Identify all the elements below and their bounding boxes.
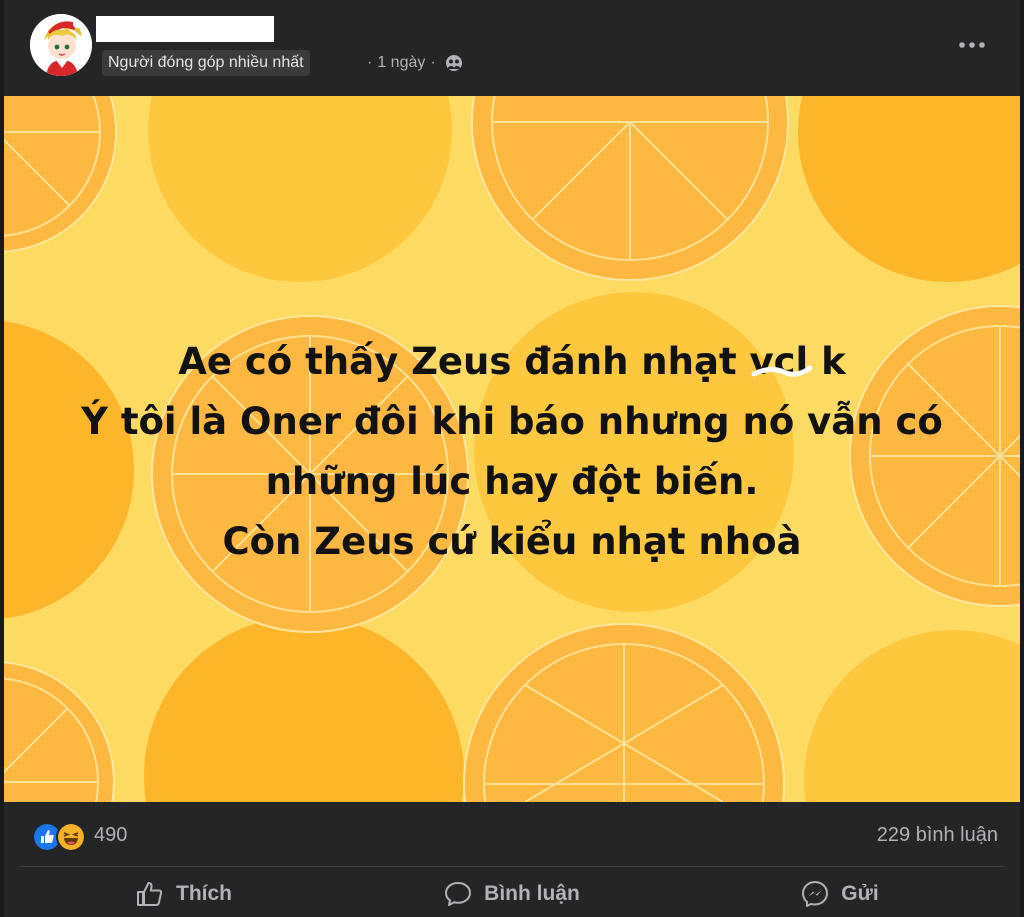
avatar-image (30, 14, 92, 76)
comment-button[interactable]: Bình luận (348, 870, 676, 917)
reaction-stats: 490 229 bình luận (4, 802, 1020, 864)
like-button[interactable]: Thích (20, 870, 348, 917)
post-header: Người đóng góp nhiều nhất · 1 ngày · (4, 0, 1020, 96)
divider (20, 866, 1004, 867)
more-horizontal-icon (959, 42, 985, 48)
comment-label: Bình luận (484, 881, 580, 905)
post-time[interactable]: 1 ngày (377, 50, 425, 76)
meta-separator: · (367, 54, 373, 71)
send-button[interactable]: Gửi (676, 870, 1004, 917)
avatar[interactable] (30, 14, 92, 76)
post-image[interactable]: Ae có thấy Zeus đánh nhạt vcl k Ý tôi là… (4, 96, 1020, 802)
messenger-icon (802, 880, 829, 907)
post-text-line: Ý tôi là Oner đôi khi báo nhưng nó vẫn c… (81, 400, 943, 443)
top-contributor-badge[interactable]: Người đóng góp nhiều nhất (102, 50, 310, 76)
comment-icon (445, 881, 472, 906)
more-options-button[interactable] (954, 30, 990, 60)
reaction-icons[interactable] (32, 822, 86, 852)
reaction-count[interactable]: 490 (94, 822, 127, 848)
post-meta: · 1 ngày · (362, 50, 463, 76)
scribble-mark (751, 365, 813, 377)
post-text-line: những lúc hay đột biến. (265, 460, 759, 503)
post-text: Ae có thấy Zeus đánh nhạt vcl k Ý tôi là… (4, 332, 1020, 572)
comment-count[interactable]: 229 bình luận (877, 822, 998, 848)
post-actions: Thích Bình luận Gửi (20, 870, 1004, 917)
post-text-line: Ae có thấy Zeus đánh nhạt vcl k (178, 340, 846, 383)
meta-separator: · (430, 54, 436, 71)
post-text-line: Còn Zeus cứ kiểu nhạt nhoà (222, 520, 802, 563)
send-label: Gửi (841, 881, 879, 905)
group-icon (445, 54, 463, 72)
thumbs-up-icon (137, 881, 163, 906)
author-name-redacted[interactable] (96, 16, 274, 42)
like-label: Thích (176, 881, 232, 905)
post-card: Người đóng góp nhiều nhất · 1 ngày · Ae … (4, 0, 1020, 917)
haha-icon (56, 822, 86, 852)
